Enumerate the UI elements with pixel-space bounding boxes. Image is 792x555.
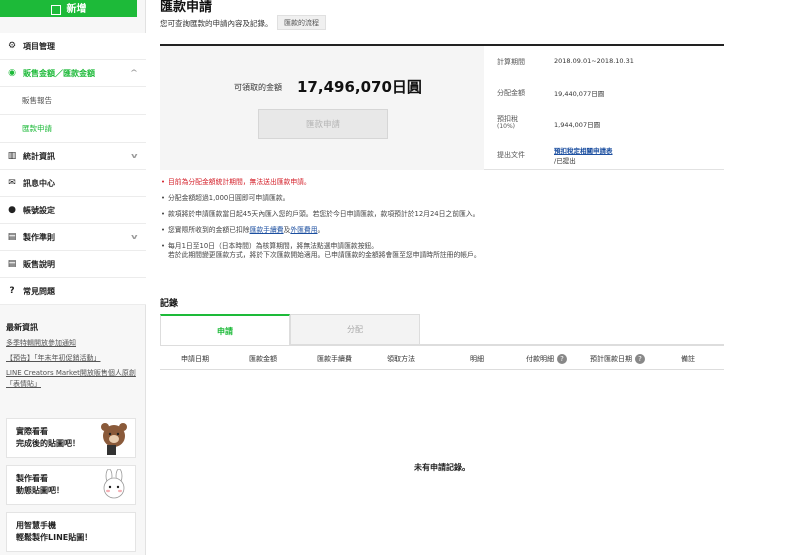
records-tabs: 申請 分配: [160, 314, 724, 346]
amount-panel: 可領取的金額 17,496,070日圓 匯款申請: [160, 46, 484, 170]
sidebar-item-label: 帳號設定: [23, 205, 55, 215]
help-icon[interactable]: ?: [635, 354, 645, 364]
column-header: 匯款金額: [249, 355, 277, 363]
note-item: 每月1日至10日（日本時間）為核算期間，將無法點選申請匯款按鈕。 若於此期間變更…: [160, 242, 724, 260]
chevron-down-icon: v: [131, 152, 138, 160]
table-header: 申請日期 匯款金額 匯款手續費 領取方法 明細 付款明細 ? 預計匯款日期 ? …: [160, 345, 724, 370]
sidebar-item-messages[interactable]: ✉ 訊息中心: [0, 170, 146, 197]
info-panel: 計算期間 2018.09.01~2018.10.31 分配金額 19,440,0…: [484, 46, 724, 170]
forex-link[interactable]: 外匯費用: [290, 226, 317, 234]
column-header: 預計匯款日期 ?: [590, 354, 645, 364]
gear-icon: ⚙: [7, 41, 17, 51]
note-item: 您實際所收到的金額已扣除匯款手續費及外匯費用。: [160, 226, 724, 235]
news-title: 最新資訊: [6, 323, 38, 332]
info-label: 分配金額: [497, 89, 525, 97]
info-value: 1,944,007日圓: [554, 121, 601, 129]
promo-text: 實際看看 完成後的貼圖吧！: [16, 427, 80, 448]
chart-icon: ▥: [7, 151, 17, 161]
column-header: 備註: [681, 355, 695, 363]
sidebar-item-statistics[interactable]: ▥ 統計資訊 v: [0, 143, 146, 170]
cony-rabbit-icon: [103, 469, 125, 499]
amount-label: 可領取的金額: [234, 83, 282, 92]
note-item: 款項將於申請匯款當日起45天內匯入您的戶頭。若您於今日申請匯款，款項預計於12月…: [160, 210, 724, 219]
note-text: 您實際所收到的金額已扣除: [168, 226, 250, 234]
new-button[interactable]: 新增: [0, 0, 137, 17]
sidebar-item-account[interactable]: ● 帳號設定: [0, 197, 146, 224]
remittance-flow-button[interactable]: 匯款的流程: [277, 15, 326, 30]
note-item: 分配金額超過1,000日圓即可申請匯款。: [160, 194, 724, 203]
note-alert: 目前為分配金額統計期間，無法送出匯款申請。: [160, 178, 724, 187]
page-title: 匯款申請: [160, 0, 213, 15]
chevron-up-icon: ^: [129, 69, 139, 77]
promo-text: 製作看看 動態貼圖吧！: [16, 474, 64, 495]
submitted-status: /已提出: [554, 157, 576, 165]
tab-application[interactable]: 申請: [160, 314, 290, 346]
column-header: 明細: [470, 355, 484, 363]
mail-icon: ✉: [8, 178, 16, 188]
coin-icon: ◉: [8, 68, 16, 78]
sidebar-item-label: 訊息中心: [23, 178, 55, 188]
sidebar-item-sales-guide[interactable]: ▤ 販售說明: [0, 251, 146, 278]
sidebar-item-label: 販售金額／匯款金額: [23, 68, 95, 78]
apply-remittance-button[interactable]: 匯款申請: [258, 109, 388, 139]
news-link[interactable]: 多季特輯開放參加通知: [6, 338, 138, 349]
new-button-label: 新增: [66, 4, 87, 15]
note-text: 每月1日至10日（日本時間）為核算期間，將無法點選申請匯款按鈕。: [168, 242, 379, 250]
promo-banner-animated[interactable]: 製作看看 動態貼圖吧！: [6, 465, 136, 505]
sidebar-subitem-label: 匯款申請: [22, 124, 52, 133]
news-link[interactable]: LINE Creators Market開放販售個人原創「表情貼」: [6, 368, 138, 390]
promo-banner-smartphone[interactable]: 用智慧手機 輕鬆製作LINE貼圖！: [6, 512, 136, 552]
book-icon: ▤: [7, 259, 17, 269]
column-header: 申請日期: [181, 355, 209, 363]
column-header: 領取方法: [387, 355, 415, 363]
sidebar-item-label: 製作準則: [23, 232, 55, 242]
note-text: 。: [317, 226, 325, 234]
chevron-down-icon: v: [131, 233, 138, 241]
summary-panel: 可領取的金額 17,496,070日圓 匯款申請 計算期間 2018.09.01…: [160, 46, 724, 170]
user-icon: ●: [8, 205, 16, 215]
book-icon: ▤: [7, 232, 17, 242]
info-value: 19,440,077日圓: [554, 90, 605, 98]
sidebar-item-faq[interactable]: ? 常見問題: [0, 278, 146, 305]
edit-icon: [50, 5, 61, 15]
sidebar-item-label: 統計資訊: [23, 151, 55, 161]
brown-bear-icon: [101, 423, 127, 455]
amount-value: 17,496,070日圓: [297, 78, 422, 96]
info-value: 2018.09.01~2018.10.31: [554, 57, 634, 65]
note-text: 若於此期間變更匯款方式，將於下次匯款開始適用。已申請匯款的金額將會匯至您申請時所…: [168, 251, 481, 259]
news-section: 最新資訊 多季特輯開放參加通知 【預告】「年末年初促銷活動」 LINE Crea…: [6, 322, 138, 394]
sidebar-item-label: 販售說明: [23, 259, 55, 269]
news-link[interactable]: 【預告】「年末年初促銷活動」: [6, 353, 138, 364]
column-header: 匯款手續費: [317, 355, 352, 363]
sidebar-item-projects[interactable]: ⚙ 項目管理: [0, 33, 146, 60]
sidebar-menu: ⚙ 項目管理 ◉ 販售金額／匯款金額 ^ 販售報告 匯款申請 ▥ 統計資訊 v …: [0, 33, 146, 305]
sidebar: 新增 ⚙ 項目管理 ◉ 販售金額／匯款金額 ^ 販售報告 匯款申請 ▥ 統計資訊…: [0, 0, 146, 555]
notes-list: 目前為分配金額統計期間，無法送出匯款申請。 分配金額超過1,000日圓即可申請匯…: [160, 178, 724, 267]
sidebar-subitem-remittance[interactable]: 匯款申請: [0, 115, 146, 143]
sidebar-item-label: 常見問題: [23, 286, 55, 296]
tax-form-link[interactable]: 預扣稅定相關申請表: [554, 147, 613, 155]
sidebar-item-sales[interactable]: ◉ 販售金額／匯款金額 ^: [0, 60, 146, 87]
help-icon: ?: [9, 286, 15, 296]
promo-text: 用智慧手機 輕鬆製作LINE貼圖！: [16, 521, 93, 542]
info-sublabel: (10%): [497, 123, 516, 130]
info-label: 提出文件: [497, 151, 525, 159]
empty-state: 未有申請記錄。: [414, 463, 470, 472]
column-header-label: 預計匯款日期: [590, 355, 632, 363]
sidebar-subitem-sales-report[interactable]: 販售報告: [0, 87, 146, 115]
records-title: 記錄: [160, 299, 179, 309]
column-header: 付款明細 ?: [526, 354, 567, 364]
sidebar-subitem-label: 販售報告: [22, 96, 52, 105]
sidebar-item-guidelines[interactable]: ▤ 製作準則 v: [0, 224, 146, 251]
help-icon[interactable]: ?: [557, 354, 567, 364]
fee-link[interactable]: 匯款手續費: [250, 226, 284, 234]
info-value: 預扣稅定相關申請表 /已提出: [554, 145, 613, 165]
column-header-label: 付款明細: [526, 355, 554, 363]
sidebar-item-label: 項目管理: [23, 41, 55, 51]
tab-distribution[interactable]: 分配: [290, 314, 420, 345]
promo-banner-preview[interactable]: 實際看看 完成後的貼圖吧！: [6, 418, 136, 458]
info-label: 計算期間: [497, 58, 525, 66]
page-description: 您可查詢匯款的申請內容及記錄。: [160, 19, 273, 28]
